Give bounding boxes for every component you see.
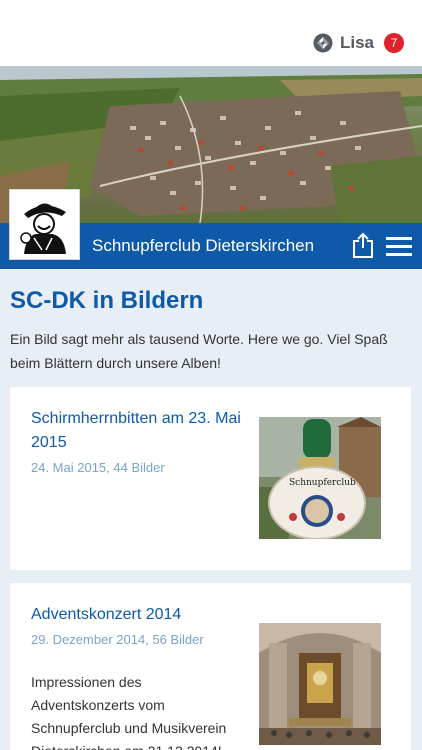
share-icon[interactable] (352, 232, 374, 258)
top-bar: Lisa 7 (0, 0, 422, 66)
album-title[interactable]: Schirmherrnbitten am 23. Mai 2015 (31, 407, 246, 455)
album-card[interactable]: Adventskonzert 2014 29. Dezember 2014, 5… (10, 583, 411, 750)
notification-badge[interactable]: 7 (384, 33, 404, 53)
page-intro: Ein Bild sagt mehr als tausend Worte. He… (10, 331, 388, 371)
album-meta: 29. Dezember 2014, 56 Bilder (31, 632, 204, 647)
album-thumbnail[interactable]: Schnupferclub (259, 417, 381, 539)
user-logo-icon (313, 33, 333, 53)
snuffer-figure-icon (12, 192, 77, 257)
hamburger-menu-icon[interactable] (386, 237, 412, 256)
svg-text:Schnupferclub: Schnupferclub (289, 478, 356, 488)
album-title[interactable]: Adventskonzert 2014 (31, 603, 246, 627)
album-thumbnail[interactable] (259, 623, 381, 745)
album-card[interactable]: Schirmherrnbitten am 23. Mai 2015 24. Ma… (10, 387, 411, 570)
album-description: Impressionen des Adventskonzerts vom Sch… (31, 674, 227, 750)
club-name: Schnupferclub Dieterskirchen (92, 236, 315, 255)
user-name[interactable]: Lisa (340, 33, 374, 53)
user-menu[interactable]: Lisa 7 (313, 33, 404, 53)
club-logo[interactable] (10, 190, 79, 259)
page-title: SC-DK in Bildern (10, 287, 204, 314)
album-meta: 24. Mai 2015, 44 Bilder (31, 460, 165, 475)
